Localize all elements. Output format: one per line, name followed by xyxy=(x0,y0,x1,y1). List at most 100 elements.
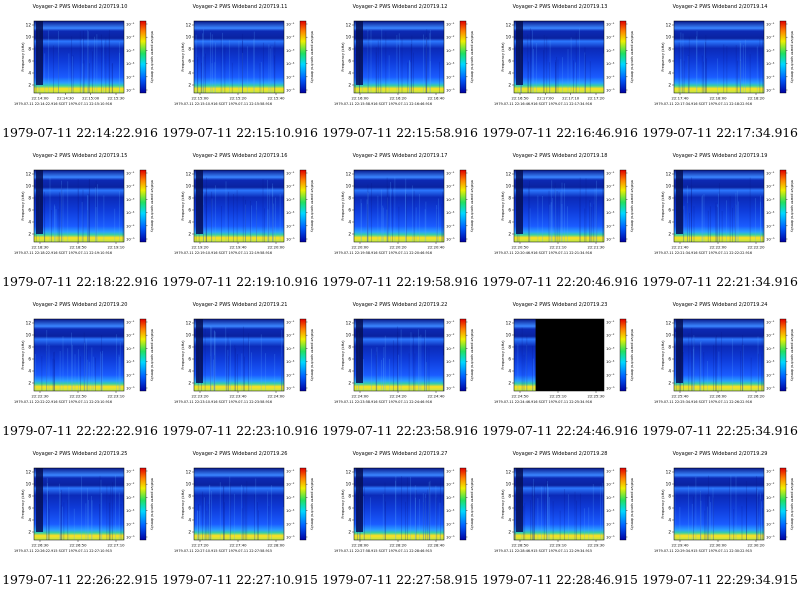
x-tick-label: 22:18:00 xyxy=(709,96,727,101)
y-tick-label: 4 xyxy=(28,71,31,76)
colorbar-tick-label: 10⁻³ xyxy=(766,346,775,351)
y-tick-label: 12 xyxy=(26,23,32,28)
y-tick-label: 10 xyxy=(506,35,512,40)
y-tick-label: 2 xyxy=(188,232,191,237)
x-tick-label: 22:15:30 xyxy=(107,96,125,101)
colorbar-tick-label: 10⁻¹ xyxy=(606,171,615,176)
spectrogram-panel: Voyager-2 PWS Wideband 2/20719.18 12 10 8 6 4… xyxy=(480,149,640,298)
x-tick-label: 22:26:00 xyxy=(709,394,727,399)
y-tick-label: 8 xyxy=(348,494,351,499)
spectrogram-image xyxy=(673,318,765,392)
spectrogram-figure: Voyager-2 PWS Wideband 2/20719.27 12 10 8 6 4… xyxy=(334,451,474,553)
panel-title: Voyager-2 PWS Wideband 2/20719.15 xyxy=(33,153,128,159)
y-tick-label: 2 xyxy=(188,83,191,88)
y-tick-label: 2 xyxy=(28,530,31,535)
spectrogram-figure: Voyager-2 PWS Wideband 2/20719.17 12 10 8 6 4… xyxy=(334,153,474,255)
y-tick-label: 10 xyxy=(346,35,352,40)
x-tick-label: 22:19:20 xyxy=(191,245,209,250)
y-tick-label: 12 xyxy=(346,321,352,326)
colorbar-tick-label: 10⁻⁴ xyxy=(766,61,775,66)
y-tick-label: 4 xyxy=(348,518,351,523)
colorbar-tick-label: 10⁻⁴ xyxy=(606,359,615,364)
y-tick-label: 4 xyxy=(668,369,671,374)
x-tick-label: 22:20:00 xyxy=(267,245,285,250)
colorbar-label: relative power spectral density xyxy=(790,31,794,84)
colorbar-tick-label: 10⁻⁵ xyxy=(126,521,135,526)
y-axis-label: Frequency (kHz) xyxy=(341,489,345,519)
y-tick-label: 6 xyxy=(508,357,511,362)
colorbar-tick-label: 10⁻⁵ xyxy=(606,372,615,377)
colorbar-tick-label: 10⁻³ xyxy=(606,197,615,202)
y-tick-label: 8 xyxy=(28,196,31,201)
panel-title: Voyager-2 PWS Wideband 2/20719.29 xyxy=(673,451,768,457)
colorbar-tick-label: 10⁻⁴ xyxy=(446,210,455,215)
colorbar-tick-label: 10⁻¹ xyxy=(446,171,455,176)
spectrogram-image xyxy=(353,467,445,541)
panel-caption: 1979-07-11 22:22:22.916 xyxy=(2,423,158,438)
x-tick-label: 22:24:00 xyxy=(267,394,285,399)
colorbar: 10⁻¹ 10⁻² 10⁻³ 10⁻⁴ 10⁻⁵ 10⁻⁶ xyxy=(766,467,788,541)
panel-time-range: 1979-07-11 22:24:46.916 SCET 1979-07-11 … xyxy=(494,400,592,404)
y-axis-label: Frequency (kHz) xyxy=(181,191,185,221)
colorbar-tick-label: 10⁻³ xyxy=(766,197,775,202)
y-tick-label: 8 xyxy=(348,196,351,201)
colorbar-tick-label: 10⁻³ xyxy=(446,197,455,202)
y-tick-label: 2 xyxy=(668,381,671,386)
x-tick-label: 22:15:20 xyxy=(229,96,247,101)
spectrogram-panel: Voyager-2 PWS Wideband 2/20719.29 12 10 8 6 4… xyxy=(640,447,800,596)
colorbar-tick-label: 10⁻⁶ xyxy=(446,88,455,93)
x-tick-label: 22:15:40 xyxy=(267,96,285,101)
panel-caption: 1979-07-11 22:24:46.916 xyxy=(482,423,638,438)
colorbar-tick-label: 10⁻⁵ xyxy=(286,74,295,79)
colorbar-tick-label: 10⁻⁴ xyxy=(286,508,295,513)
panel-title: Voyager-2 PWS Wideband 2/20719.26 xyxy=(193,451,288,457)
colorbar-tick-label: 10⁻² xyxy=(446,184,455,189)
x-tick-label: 22:17:10 xyxy=(562,96,580,101)
colorbar-tick-label: 10⁻² xyxy=(126,184,135,189)
colorbar-tick-label: 10⁻³ xyxy=(766,495,775,500)
colorbar-tick-label: 10⁻² xyxy=(286,184,295,189)
colorbar: 10⁻¹ 10⁻² 10⁻³ 10⁻⁴ 10⁻⁵ 10⁻⁶ xyxy=(126,20,148,94)
y-tick-label: 12 xyxy=(666,172,672,177)
x-tick-label: 22:28:00 xyxy=(351,543,369,548)
spectrogram-panel: Voyager-2 PWS Wideband 2/20719.16 12 10 8 6 4… xyxy=(160,149,320,298)
spectrogram-panel: Voyager-2 PWS Wideband 2/20719.12 12 10 8 6 4… xyxy=(320,0,480,149)
spectrogram-figure: Voyager-2 PWS Wideband 2/20719.10 12 10 8 6 4… xyxy=(14,4,154,106)
y-tick-label: 10 xyxy=(506,184,512,189)
y-tick-label: 4 xyxy=(28,220,31,225)
colorbar-tick-label: 10⁻³ xyxy=(286,197,295,202)
y-tick-label: 10 xyxy=(346,482,352,487)
colorbar-label: relative power spectral density xyxy=(150,478,154,531)
colorbar: 10⁻¹ 10⁻² 10⁻³ 10⁻⁴ 10⁻⁵ 10⁻⁶ xyxy=(126,169,148,243)
panel-title: Voyager-2 PWS Wideband 2/20719.11 xyxy=(193,4,288,10)
y-tick-label: 8 xyxy=(28,47,31,52)
colorbar-tick-label: 10⁻⁶ xyxy=(126,535,135,540)
colorbar-tick-label: 10⁻⁴ xyxy=(286,61,295,66)
spectrogram-figure: Voyager-2 PWS Wideband 2/20719.15 12 10 8 6 4… xyxy=(14,153,154,255)
colorbar-label: relative power spectral density xyxy=(310,31,314,84)
panel-time-range: 1979-07-11 22:27:10.915 SCET 1979-07-11 … xyxy=(174,549,272,553)
panel-caption: 1979-07-11 22:15:10.916 xyxy=(162,125,318,140)
y-tick-label: 12 xyxy=(666,470,672,475)
y-tick-label: 4 xyxy=(508,518,511,523)
spectrogram-panel: Voyager-2 PWS Wideband 2/20719.23 12 10 8 6 4… xyxy=(480,298,640,447)
panel-time-range: 1979-07-11 22:25:34.916 SCET 1979-07-11 … xyxy=(654,400,752,404)
y-axis-label: Frequency (kHz) xyxy=(501,489,505,519)
y-tick-label: 2 xyxy=(508,232,511,237)
colorbar-tick-label: 10⁻³ xyxy=(446,346,455,351)
y-axis-label: Frequency (kHz) xyxy=(501,42,505,72)
panel-caption: 1979-07-11 22:16:46.916 xyxy=(482,125,638,140)
panel-time-range: 1979-07-11 22:19:58.916 SCET 1979-07-11 … xyxy=(334,251,432,255)
colorbar-tick-label: 10⁻³ xyxy=(606,495,615,500)
panel-time-range: 1979-07-11 22:20:46.916 SCET 1979-07-11 … xyxy=(494,251,592,255)
panel-time-range: 1979-07-11 22:29:34.915 SCET 1979-07-11 … xyxy=(654,549,752,553)
x-tick-label: 22:28:40 xyxy=(427,543,445,548)
y-tick-label: 2 xyxy=(668,232,671,237)
x-tick-label: 22:19:40 xyxy=(229,245,247,250)
x-tick-label: 22:21:10 xyxy=(549,245,567,250)
spectrogram-panel: Voyager-2 PWS Wideband 2/20719.15 12 10 8 6 4… xyxy=(0,149,160,298)
panel-time-range: 1979-07-11 22:19:10.916 SCET 1979-07-11 … xyxy=(174,251,272,255)
x-tick-label: 22:26:30 xyxy=(31,543,49,548)
spectrogram-grid: Voyager-2 PWS Wideband 2/20719.10 12 10 8 6 4… xyxy=(0,0,800,596)
panel-caption: 1979-07-11 22:18:22.916 xyxy=(2,274,158,289)
